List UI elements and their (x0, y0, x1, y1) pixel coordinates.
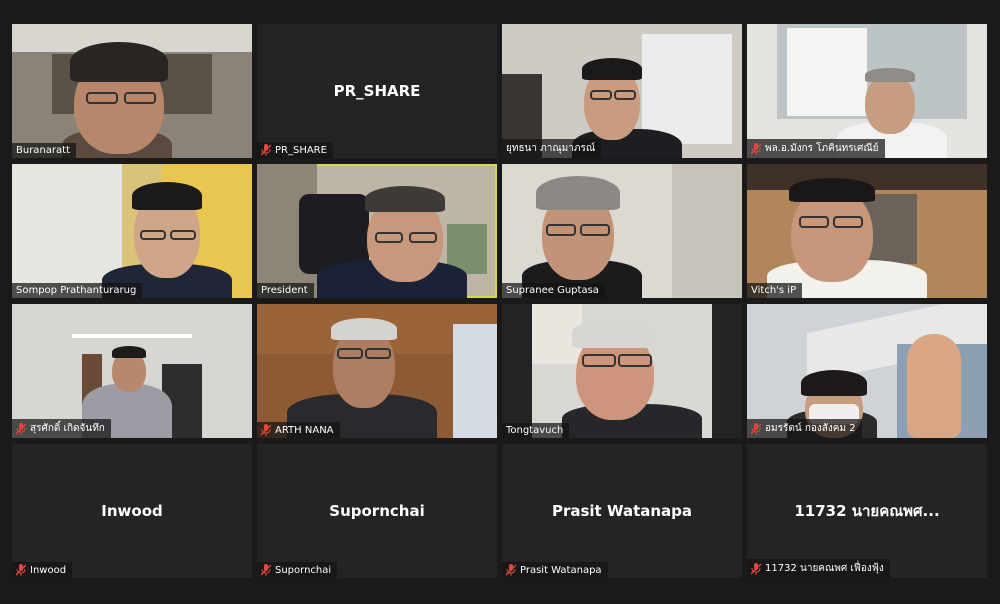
participant-name: Supranee Guptasa (506, 285, 599, 296)
video-feed (12, 304, 252, 438)
microphone-muted-icon (506, 564, 516, 576)
video-feed (502, 24, 742, 158)
participant-nameplate: President (257, 283, 314, 298)
participant-nameplate: อมรรัตน์ กองสังคม 2 (747, 419, 862, 438)
participant-tile[interactable]: ARTH NANA (257, 304, 497, 438)
microphone-muted-icon (261, 424, 271, 436)
participant-nameplate: Inwood (12, 562, 73, 578)
participant-tile[interactable]: PR_SHARE PR_SHARE (257, 24, 497, 158)
participant-tile[interactable]: สุรศักดิ์ เกิดจันทึก (12, 304, 252, 438)
participant-nameplate: พล.อ.มังกร โภคินทรเศณีย์ (747, 139, 885, 158)
participant-tile[interactable]: พล.อ.มังกร โภคินทรเศณีย์ (747, 24, 987, 158)
video-feed (12, 164, 252, 298)
participant-tile[interactable]: อมรรัตน์ กองสังคม 2 (747, 304, 987, 438)
participant-tile[interactable]: ยุทธนา ภาณุมาภรณ์ (502, 24, 742, 158)
participant-nameplate: Supranee Guptasa (502, 283, 605, 298)
microphone-muted-icon (261, 564, 271, 576)
video-feed (747, 164, 987, 298)
participant-display-name: Inwood (101, 502, 163, 520)
participant-nameplate: Buranaratt (12, 143, 76, 158)
participant-display-name: Prasit Watanapa (551, 502, 693, 520)
participant-nameplate: Prasit Watanapa (502, 562, 608, 578)
participant-display-name: PR_SHARE (333, 82, 421, 100)
video-feed (257, 164, 497, 298)
participant-tile[interactable]: Supranee Guptasa (502, 164, 742, 298)
participant-name: อมรรัตน์ กองสังคม 2 (765, 423, 856, 434)
participant-name: Supornchai (275, 564, 332, 576)
participant-tile-active-speaker[interactable]: President (257, 164, 497, 298)
participant-name: Prasit Watanapa (520, 564, 602, 576)
participant-nameplate: 11732 นายคณพศ เฟื่องฟุ้ง (747, 559, 890, 578)
participant-nameplate: PR_SHARE (257, 142, 333, 158)
microphone-muted-icon (751, 562, 761, 575)
participant-display-name: 11732 นายคณพศ... (794, 502, 940, 520)
participant-nameplate: ยุทธนา ภาณุมาภรณ์ (502, 139, 602, 158)
participant-name: ยุทธนา ภาณุมาภรณ์ (506, 143, 596, 154)
participant-tile[interactable]: 11732 นายคณพศ... 11732 นายคณพศ เฟื่องฟุ้… (747, 444, 987, 578)
video-feed (502, 164, 742, 298)
participant-nameplate: Supornchai (257, 562, 338, 578)
microphone-muted-icon (751, 142, 761, 155)
participant-name: Inwood (30, 564, 67, 576)
participant-name: PR_SHARE (275, 144, 327, 156)
video-feed (12, 24, 252, 158)
participant-display-name: Supornchai (329, 502, 425, 520)
video-feed (257, 304, 497, 438)
participant-nameplate: Tongtavuch (502, 423, 570, 438)
participant-nameplate: Sompop Prathanturarug (12, 283, 143, 298)
gallery-grid: Buranaratt PR_SHARE PR_SHARE ยุทธนา ภาณุ… (12, 24, 987, 578)
video-feed (747, 304, 987, 438)
participant-tile[interactable]: Prasit Watanapa Prasit Watanapa (502, 444, 742, 578)
participant-nameplate: ARTH NANA (257, 422, 340, 438)
participant-name: Buranaratt (16, 145, 70, 156)
participant-name: พล.อ.มังกร โภคินทรเศณีย์ (765, 143, 879, 154)
participant-name: สุรศักดิ์ เกิดจันทึก (30, 423, 105, 434)
participant-nameplate: Vitch's iP (747, 283, 803, 298)
microphone-muted-icon (751, 422, 761, 435)
participant-name: Vitch's iP (751, 285, 797, 296)
participant-name: President (261, 285, 308, 296)
participant-name: ARTH NANA (275, 424, 334, 436)
participant-name: Sompop Prathanturarug (16, 285, 137, 296)
participant-tile[interactable]: Vitch's iP (747, 164, 987, 298)
participant-tile[interactable]: Tongtavuch (502, 304, 742, 438)
video-feed (502, 304, 742, 438)
microphone-muted-icon (16, 564, 26, 576)
microphone-muted-icon (261, 144, 271, 156)
participant-tile[interactable]: Buranaratt (12, 24, 252, 158)
participant-tile[interactable]: Inwood Inwood (12, 444, 252, 578)
participant-name: 11732 นายคณพศ เฟื่องฟุ้ง (765, 563, 884, 574)
participant-name: Tongtavuch (506, 425, 564, 436)
participant-tile[interactable]: Supornchai Supornchai (257, 444, 497, 578)
microphone-muted-icon (16, 422, 26, 435)
participant-nameplate: สุรศักดิ์ เกิดจันทึก (12, 419, 111, 438)
video-feed (747, 24, 987, 158)
participant-tile[interactable]: Sompop Prathanturarug (12, 164, 252, 298)
